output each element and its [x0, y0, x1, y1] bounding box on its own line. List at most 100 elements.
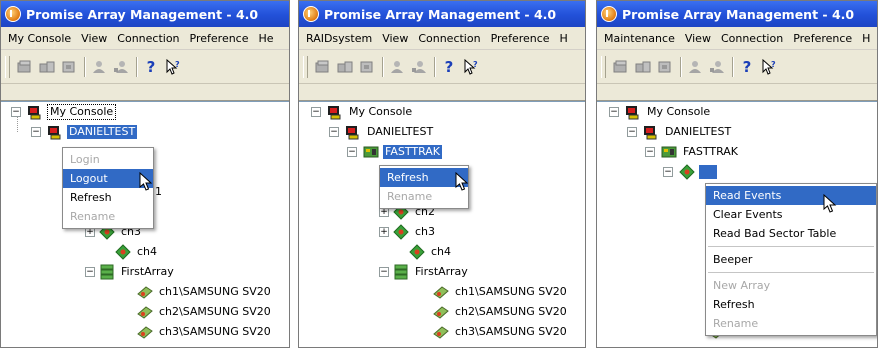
user-settings-icon[interactable]	[410, 58, 428, 76]
server-icon	[48, 126, 61, 140]
user-icon[interactable]	[686, 58, 704, 76]
user-icon[interactable]	[90, 58, 108, 76]
controller-icon[interactable]	[358, 58, 376, 76]
tree-label: ch4	[431, 245, 452, 258]
menu-connection[interactable]: Connection	[413, 32, 485, 45]
collapse-icon[interactable]: −	[311, 107, 321, 117]
tree-node-disk1[interactable]: ch1\SAMSUNG SV20	[433, 282, 569, 302]
mouse-pointer-icon	[455, 172, 469, 191]
toolbar: ? ?	[597, 50, 877, 84]
tree-label: FASTTRAK	[383, 145, 443, 159]
help-icon[interactable]: ?	[738, 58, 756, 76]
menu-preference[interactable]: Preference	[185, 32, 254, 45]
tree-node-ch4[interactable]: ch4	[115, 242, 159, 262]
tree-label: ch3\SAMSUNG SV20	[455, 325, 567, 338]
tree-node-ch4[interactable]: ch4	[409, 242, 453, 262]
tree-node-my-console[interactable]: − My Console	[609, 102, 712, 122]
tree-node-danieltest[interactable]: − DANIELTEST	[329, 122, 435, 142]
menu-view[interactable]: View	[680, 32, 716, 45]
help-icon[interactable]: ?	[440, 58, 458, 76]
menu-item-read-events[interactable]: Read Events	[706, 186, 876, 205]
array-icon[interactable]	[38, 58, 56, 76]
tree-node-disk3[interactable]: ch3\SAMSUNG SV20	[433, 322, 569, 342]
user-settings-icon[interactable]	[708, 58, 726, 76]
array-icon[interactable]	[634, 58, 652, 76]
tree-node-firstarray[interactable]: − FirstArray	[379, 262, 470, 282]
menu-connection[interactable]: Connection	[716, 32, 788, 45]
collapse-icon[interactable]: −	[31, 127, 41, 137]
menu-preference[interactable]: Preference	[788, 32, 857, 45]
menu-item-login[interactable]: Login	[63, 150, 153, 169]
tree-label: FASTTRAK	[683, 145, 739, 158]
tree-node-ch3[interactable]: + ch3	[379, 222, 437, 242]
tree-node-danieltest[interactable]: − DANIELTEST	[627, 122, 733, 142]
title-bar[interactable]: Promise Array Management - 4.0	[1, 1, 289, 27]
menu-preference[interactable]: Preference	[486, 32, 555, 45]
tree-node-firstarray[interactable]: − FirstArray	[85, 262, 176, 282]
menu-bar: My Console View Connection Preference He	[1, 27, 289, 50]
window-title: Promise Array Management - 4.0	[26, 6, 259, 22]
collapse-icon[interactable]: −	[379, 267, 389, 277]
collapse-icon[interactable]: −	[347, 147, 357, 157]
menu-item-clear-events[interactable]: Clear Events	[706, 205, 876, 224]
tree-node-ch1[interactable]: 1	[153, 182, 164, 202]
disk-icon[interactable]	[612, 58, 630, 76]
menu-raidsystem[interactable]: RAIDsystem	[301, 32, 377, 45]
menu-help[interactable]: H	[555, 32, 573, 45]
title-bar[interactable]: Promise Array Management - 4.0	[299, 1, 585, 27]
title-bar[interactable]: Promise Array Management - 4.0	[597, 1, 877, 27]
menu-my-console[interactable]: My Console	[3, 32, 76, 45]
menu-item-rename[interactable]: Rename	[706, 314, 876, 333]
user-settings-icon[interactable]	[112, 58, 130, 76]
toolbar-grip[interactable]	[601, 55, 606, 78]
collapse-icon[interactable]: −	[627, 127, 637, 137]
tree-node-my-console[interactable]: − My Console	[311, 102, 414, 122]
context-help-icon[interactable]: ?	[164, 58, 182, 76]
tree-node-ch1-selected[interactable]: −	[663, 162, 717, 182]
menu-maintenance[interactable]: Maintenance	[599, 32, 680, 45]
toolbar-grip[interactable]	[5, 55, 10, 78]
menu-item-beeper[interactable]: Beeper	[706, 250, 876, 269]
tree-node-disk2[interactable]: ch2\SAMSUNG SV20	[433, 302, 569, 322]
menu-item-rename[interactable]: Rename	[63, 207, 153, 226]
menu-connection[interactable]: Connection	[112, 32, 184, 45]
context-help-icon[interactable]: ?	[462, 58, 480, 76]
tree-view[interactable]: − My Console − DANIELTEST − FASTTRAK + c…	[299, 101, 585, 347]
menu-help[interactable]: H	[857, 32, 875, 45]
tree-node-danieltest[interactable]: − DANIELTEST	[31, 122, 138, 142]
controller-icon[interactable]	[656, 58, 674, 76]
toolbar-separator	[84, 56, 86, 77]
tree-node-disk1[interactable]: ch1\SAMSUNG SV20	[137, 282, 273, 302]
tree-node-fasttrak[interactable]: − FASTTRAK	[645, 142, 740, 162]
collapse-icon[interactable]: −	[663, 167, 673, 177]
toolbar-grip[interactable]	[303, 55, 308, 78]
array-icon[interactable]	[336, 58, 354, 76]
tree-node-disk2[interactable]: ch2\SAMSUNG SV20	[137, 302, 273, 322]
menu-item-new-array[interactable]: New Array	[706, 276, 876, 295]
collapse-icon[interactable]: −	[609, 107, 619, 117]
status-strip	[299, 84, 585, 101]
menu-item-read-bad-sector-table[interactable]: Read Bad Sector Table	[706, 224, 876, 243]
tree-node-my-console[interactable]: − My Console	[11, 102, 117, 122]
collapse-icon[interactable]: −	[11, 107, 21, 117]
tree-label: ch1\SAMSUNG SV20	[159, 285, 271, 298]
controller-icon[interactable]	[60, 58, 78, 76]
menu-item-refresh[interactable]: Refresh	[706, 295, 876, 314]
collapse-icon[interactable]: −	[329, 127, 339, 137]
collapse-icon[interactable]: −	[645, 147, 655, 157]
menu-help[interactable]: He	[254, 32, 279, 45]
menu-view[interactable]: View	[377, 32, 413, 45]
toolbar: ? ?	[299, 50, 585, 84]
help-icon[interactable]: ?	[142, 58, 160, 76]
disk-icon[interactable]	[16, 58, 34, 76]
expand-icon[interactable]: +	[379, 227, 389, 237]
tree-node-disk3[interactable]: ch3\SAMSUNG SV20	[137, 322, 273, 342]
toolbar-separator	[434, 56, 436, 77]
disk-icon[interactable]	[314, 58, 332, 76]
menu-view[interactable]: View	[76, 32, 112, 45]
tree-node-fasttrak[interactable]: − FASTTRAK	[347, 142, 443, 162]
user-icon[interactable]	[388, 58, 406, 76]
collapse-icon[interactable]: −	[85, 267, 95, 277]
context-help-icon[interactable]: ?	[760, 58, 778, 76]
tree-label: ch1\SAMSUNG SV20	[455, 285, 567, 298]
